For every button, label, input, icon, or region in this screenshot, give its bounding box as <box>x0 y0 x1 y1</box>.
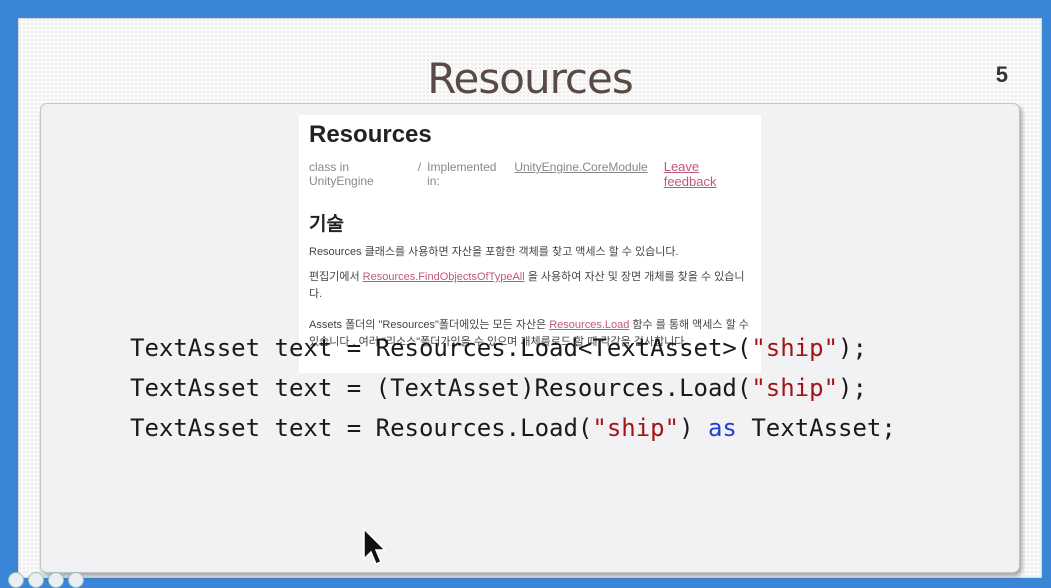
doc-paragraph-1: Resources 클래스를 사용하면 자산을 포함한 객체를 찾고 액세스 할… <box>309 246 679 258</box>
doc-title: Resources <box>309 121 432 148</box>
code-text: ) <box>679 414 708 442</box>
leave-feedback-link[interactable]: Leave feedback <box>664 159 751 189</box>
slideshow-controls <box>8 572 84 588</box>
code-text: TextAsset text = (TextAsset)Resources.Lo… <box>130 374 752 402</box>
mouse-pointer-icon <box>363 527 387 565</box>
doc-meta-impl-label: Implemented in: <box>427 160 497 188</box>
code-text: TextAsset; <box>736 414 896 442</box>
code-string: "ship" <box>592 414 680 442</box>
code-text: TextAsset text = Resources.Load<TextAsse… <box>130 334 752 362</box>
code-keyword: as <box>707 414 737 442</box>
pen-tool-icon[interactable] <box>28 572 44 588</box>
code-string: "ship" <box>751 374 839 402</box>
presentation-slide: Resources 5 Resources class in UnityEngi… <box>18 18 1042 578</box>
next-slide-icon[interactable] <box>68 572 84 588</box>
doc-meta: class in UnityEngine / Implemented in: Un… <box>309 159 751 189</box>
doc-p2-text-pre: 편집기에서 <box>309 271 363 283</box>
code-text: TextAsset text = Resources.Load( <box>130 414 593 442</box>
doc-meta-class: class in UnityEngine <box>309 160 374 188</box>
code-text: ); <box>838 334 867 362</box>
slides-overview-icon[interactable] <box>48 572 64 588</box>
code-line-1: TextAsset text = Resources.Load<TextAsse… <box>130 328 896 368</box>
code-line-3: TextAsset text = Resources.Load("ship") … <box>130 408 896 448</box>
find-objects-link[interactable]: Resources.FindObjectsOfTypeAll <box>363 271 525 283</box>
code-string: "ship" <box>751 334 839 362</box>
doc-meta-separator: / <box>417 160 422 174</box>
slide-page-number: 5 <box>995 62 1008 87</box>
doc-meta-impl-link[interactable]: UnityEngine.CoreModule <box>514 160 647 174</box>
doc-paragraph-2: 편집기에서 Resources.FindObjectsOfTypeAll 을 사… <box>309 269 751 303</box>
code-block: TextAsset text = Resources.Load<TextAsse… <box>130 328 896 448</box>
code-line-2: TextAsset text = (TextAsset)Resources.Lo… <box>130 368 896 408</box>
code-text: ); <box>838 374 867 402</box>
previous-slide-icon[interactable] <box>8 572 24 588</box>
doc-section-heading: 기술 <box>309 214 344 235</box>
slide-title: Resources <box>427 54 634 103</box>
